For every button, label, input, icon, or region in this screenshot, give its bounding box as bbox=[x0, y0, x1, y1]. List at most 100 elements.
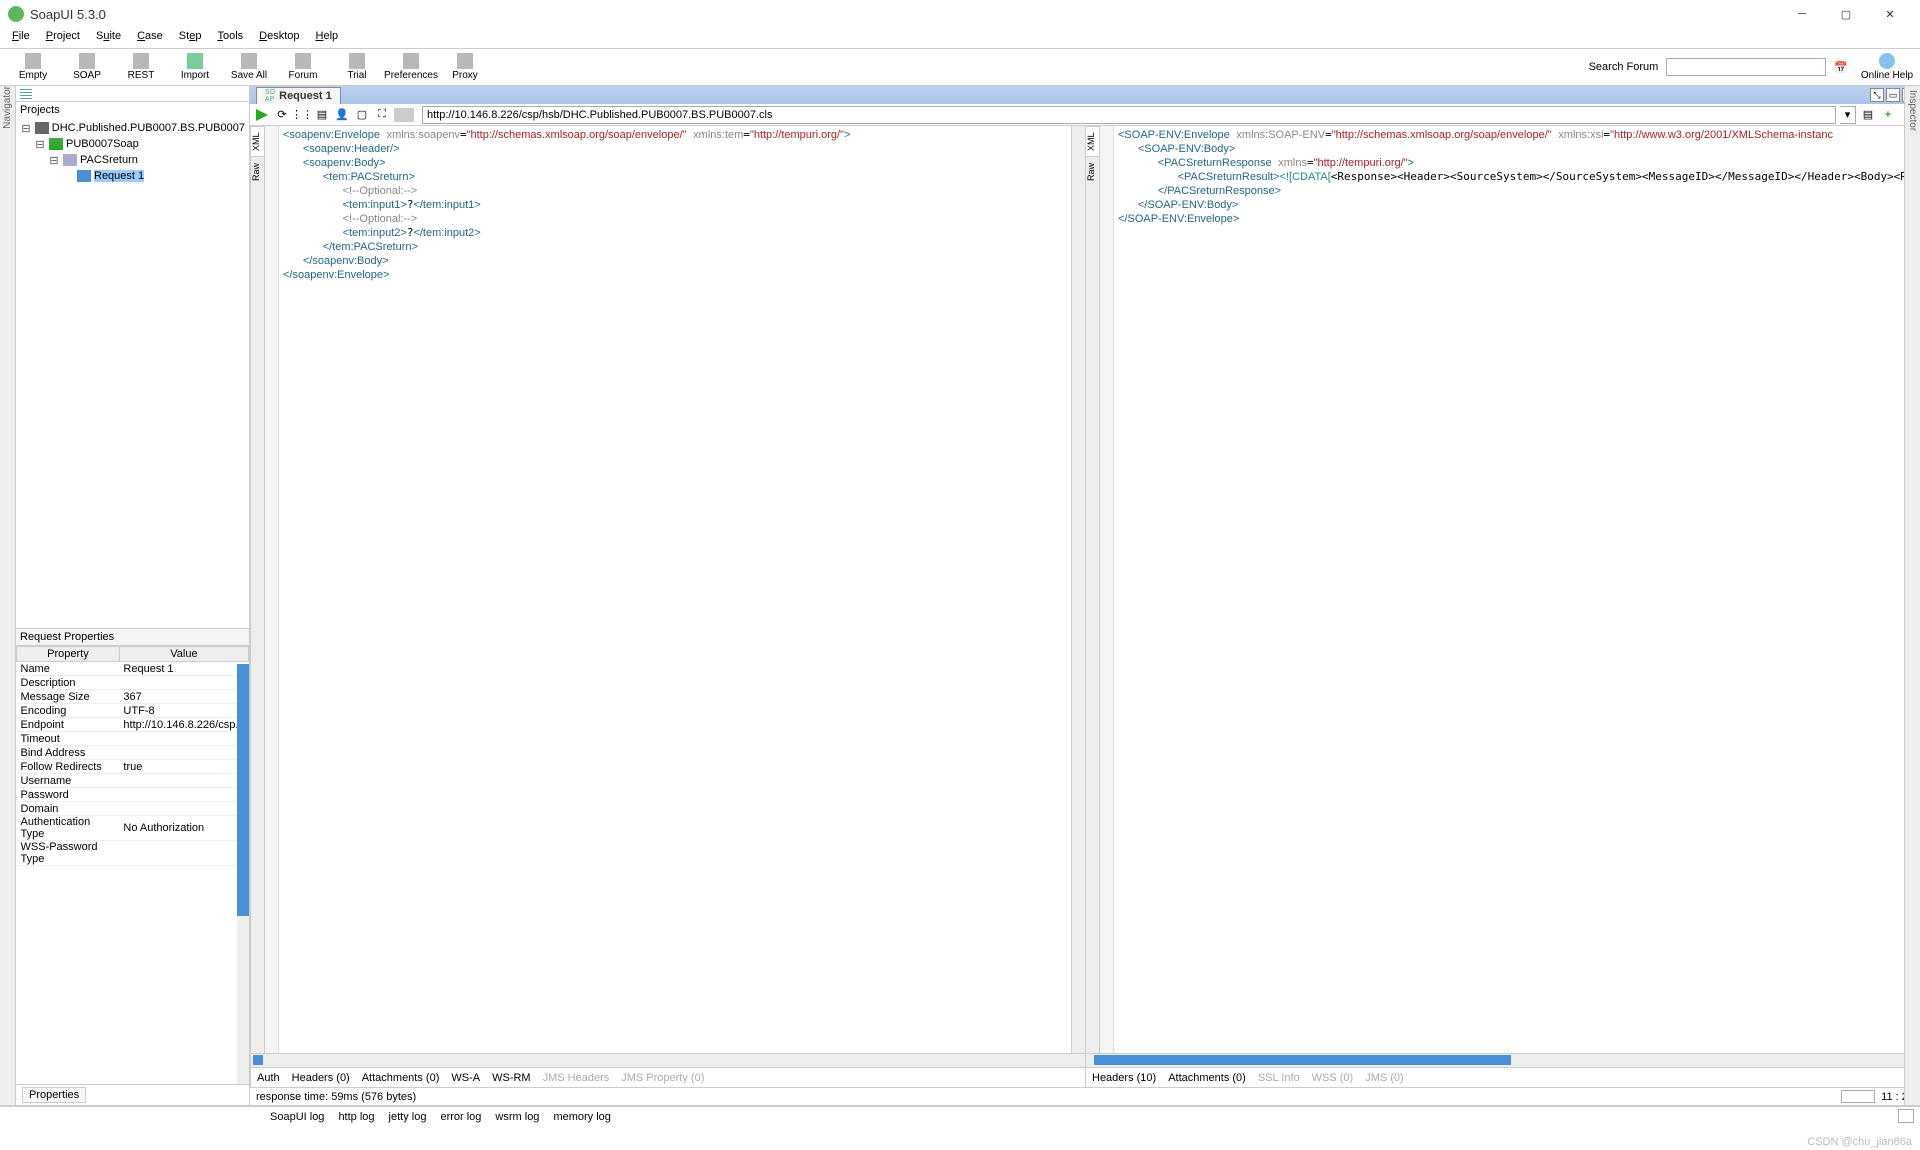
request-properties-header: Request Properties bbox=[16, 628, 249, 645]
add-to-testcase-button[interactable]: ⋮⋮ bbox=[294, 107, 310, 123]
close-button[interactable]: ✕ bbox=[1868, 0, 1912, 28]
properties-tabbar: Properties bbox=[16, 1084, 249, 1105]
fold-gutter[interactable] bbox=[1100, 126, 1114, 1053]
table-row[interactable]: WSS-Password Type bbox=[17, 841, 249, 866]
tool-forum[interactable]: Forum bbox=[276, 49, 330, 85]
table-row[interactable]: NameRequest 1 bbox=[17, 662, 249, 676]
list-icon[interactable] bbox=[20, 89, 32, 99]
table-row[interactable]: Timeout bbox=[17, 732, 249, 746]
props-scrollbar[interactable] bbox=[237, 664, 249, 1084]
log-jetty[interactable]: jetty log bbox=[389, 1111, 427, 1123]
log-memory[interactable]: memory log bbox=[553, 1111, 610, 1123]
tab-attachments[interactable]: Attachments (0) bbox=[362, 1072, 440, 1084]
maximize-button[interactable]: ▢ bbox=[1824, 0, 1868, 28]
log-wsrm[interactable]: wsrm log bbox=[495, 1111, 539, 1123]
request-properties-table[interactable]: PropertyValue NameRequest 1DescriptionMe… bbox=[16, 645, 249, 1084]
table-row[interactable]: Follow Redirectstrue bbox=[17, 760, 249, 774]
tab-wss[interactable]: WSS (0) bbox=[1312, 1072, 1354, 1084]
tab-resp-attachments[interactable]: Attachments (0) bbox=[1168, 1072, 1246, 1084]
table-row[interactable]: Message Size367 bbox=[17, 690, 249, 704]
tool-rest[interactable]: REST bbox=[114, 49, 168, 85]
project-tree[interactable]: ⊟ DHC.Published.PUB0007.BS.PUB0007 ⊟ PUB00… bbox=[16, 118, 249, 628]
table-row[interactable]: Endpointhttp://10.146.8.226/csp... bbox=[17, 718, 249, 732]
tab-resp-jms[interactable]: JMS (0) bbox=[1365, 1072, 1404, 1084]
log-soapui[interactable]: SoapUI log bbox=[270, 1111, 324, 1123]
log-error[interactable]: error log bbox=[440, 1111, 481, 1123]
tool-preferences[interactable]: Preferences bbox=[384, 49, 438, 85]
table-row[interactable]: Username bbox=[17, 774, 249, 788]
tool-soap[interactable]: SOAP bbox=[60, 49, 114, 85]
navigator-toolbar bbox=[16, 86, 249, 102]
tab-headers[interactable]: Headers (0) bbox=[292, 1072, 350, 1084]
tool-save-all[interactable]: Save All bbox=[222, 49, 276, 85]
request-tab[interactable]: SOAPRequest 1 bbox=[256, 87, 341, 104]
split-button[interactable]: ⛶ bbox=[374, 107, 390, 123]
menu-case[interactable]: Case bbox=[129, 28, 171, 48]
tab-xml[interactable]: XML bbox=[251, 126, 264, 156]
tab-wsa[interactable]: WS-A bbox=[451, 1072, 480, 1084]
response-side-tabs: XML Raw bbox=[1086, 126, 1100, 1053]
table-row[interactable]: Authentication TypeNo Authorization bbox=[17, 816, 249, 841]
menu-step[interactable]: Step bbox=[171, 28, 210, 48]
table-row[interactable]: Password bbox=[17, 788, 249, 802]
blank-button[interactable] bbox=[394, 108, 414, 122]
square-button[interactable]: ▢ bbox=[354, 107, 370, 123]
tree-operation[interactable]: PACSreturn bbox=[80, 154, 138, 166]
minimize-button[interactable]: ─ bbox=[1780, 0, 1824, 28]
endpoint-dropdown[interactable]: ▾ bbox=[1840, 106, 1856, 124]
config-button[interactable]: ▤ bbox=[1860, 107, 1876, 123]
response-hscroll[interactable] bbox=[1086, 1053, 1920, 1067]
properties-tab[interactable]: Properties bbox=[22, 1087, 86, 1103]
log-options-button[interactable] bbox=[1898, 1109, 1914, 1123]
tree-service[interactable]: PUB0007Soap bbox=[66, 138, 139, 150]
calendar-icon[interactable]: 📅 bbox=[1834, 61, 1848, 74]
assertions-button[interactable]: ▤ bbox=[314, 107, 330, 123]
request-hscroll[interactable] bbox=[251, 1053, 1085, 1067]
menu-project[interactable]: Project bbox=[38, 28, 88, 48]
add-button[interactable]: + bbox=[1880, 107, 1896, 123]
request-xml-editor[interactable]: <soapenv:Envelope xmlns:soapenv="http://… bbox=[279, 126, 1071, 1053]
tab-resp-headers[interactable]: Headers (10) bbox=[1092, 1072, 1156, 1084]
tree-request[interactable]: Request 1 bbox=[94, 170, 144, 182]
window-arrange-button[interactable]: ⤡ bbox=[1870, 88, 1884, 102]
tab-jms-headers[interactable]: JMS Headers bbox=[543, 1072, 610, 1084]
tab-raw[interactable]: Raw bbox=[1086, 156, 1099, 186]
menu-help[interactable]: Help bbox=[308, 28, 347, 48]
tool-online-help[interactable]: Online Help bbox=[1860, 49, 1914, 85]
fold-gutter[interactable] bbox=[265, 126, 279, 1053]
table-row[interactable]: EncodingUTF-8 bbox=[17, 704, 249, 718]
twisty-icon[interactable]: ⊟ bbox=[20, 122, 32, 135]
request-vscroll[interactable] bbox=[1071, 126, 1085, 1053]
endpoint-url-input[interactable] bbox=[422, 106, 1836, 124]
tool-trial[interactable]: Trial bbox=[330, 49, 384, 85]
main-area: Navigator Projects ⊟DHC.Published.PUB000… bbox=[0, 86, 1920, 1106]
response-xml-viewer[interactable]: <SOAP-ENV:Envelope xmlns:SOAP-ENV="http:… bbox=[1114, 126, 1906, 1053]
menu-suite[interactable]: Suite bbox=[88, 28, 129, 48]
menu-file[interactable]: File bbox=[4, 28, 38, 48]
search-forum-input[interactable] bbox=[1666, 58, 1826, 76]
tab-raw[interactable]: Raw bbox=[251, 156, 264, 186]
menu-tools[interactable]: Tools bbox=[209, 28, 251, 48]
person-button[interactable]: 👤 bbox=[334, 107, 350, 123]
tab-ssl-info[interactable]: SSL Info bbox=[1258, 1072, 1300, 1084]
table-row[interactable]: Bind Address bbox=[17, 746, 249, 760]
navigator-strip[interactable]: Navigator bbox=[0, 86, 16, 1105]
stop-button[interactable]: ⟳ bbox=[274, 107, 290, 123]
window-restore-button[interactable]: ▭ bbox=[1886, 88, 1900, 102]
tab-jms-property[interactable]: JMS Property (0) bbox=[621, 1072, 704, 1084]
tool-empty[interactable]: Empty bbox=[6, 49, 60, 85]
twisty-icon[interactable]: ⊟ bbox=[34, 138, 46, 151]
table-row[interactable]: Description bbox=[17, 676, 249, 690]
tab-auth[interactable]: Auth bbox=[257, 1072, 280, 1084]
inspector-strip[interactable]: Inspector bbox=[1904, 86, 1920, 1105]
tab-xml[interactable]: XML bbox=[1086, 126, 1099, 156]
table-row[interactable]: Domain bbox=[17, 802, 249, 816]
run-button[interactable] bbox=[254, 107, 270, 123]
tool-import[interactable]: Import bbox=[168, 49, 222, 85]
log-http[interactable]: http log bbox=[338, 1111, 374, 1123]
tool-proxy[interactable]: Proxy bbox=[438, 49, 492, 85]
tree-project[interactable]: DHC.Published.PUB0007.BS.PUB0007 bbox=[52, 122, 245, 134]
menu-desktop[interactable]: Desktop bbox=[251, 28, 307, 48]
tab-wsrm[interactable]: WS-RM bbox=[492, 1072, 531, 1084]
twisty-icon[interactable]: ⊟ bbox=[48, 154, 60, 167]
